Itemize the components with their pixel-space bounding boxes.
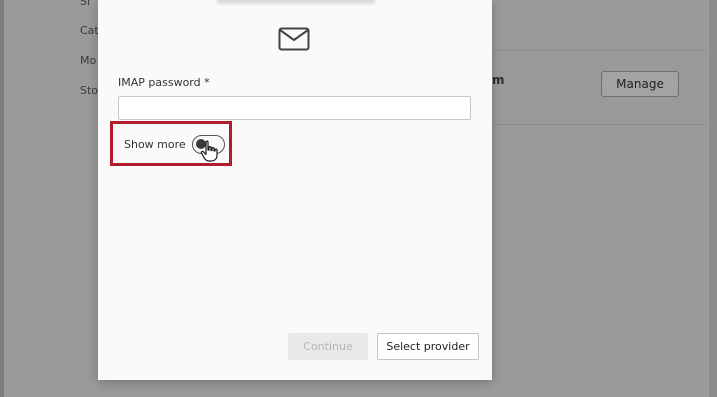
- mail-icon: [278, 27, 310, 51]
- account-setup-dialog: IMAP password * Show more Continue Selec…: [98, 0, 492, 380]
- continue-button[interactable]: Continue: [288, 333, 368, 360]
- bg-nav-label-1: Si: [80, 0, 91, 8]
- select-provider-button[interactable]: Select provider: [377, 333, 479, 360]
- bg-nav-label-3: Mo: [80, 54, 97, 67]
- imap-password-input[interactable]: [118, 96, 471, 120]
- bg-divider-top: [492, 50, 707, 51]
- manage-button[interactable]: Manage: [601, 71, 679, 97]
- bg-nav-label-4: Sto: [80, 84, 99, 97]
- scrollbar-track: [709, 0, 717, 397]
- hand-cursor-icon: [200, 140, 218, 162]
- bg-nav-label-2: Cat: [80, 24, 99, 37]
- window-edge: [0, 0, 4, 397]
- bg-divider-bottom: [492, 124, 707, 125]
- bg-partial-heading: m: [492, 73, 505, 87]
- show-more-label: Show more: [124, 138, 186, 151]
- blurred-email-address: [216, 0, 376, 4]
- imap-password-label: IMAP password *: [118, 76, 210, 89]
